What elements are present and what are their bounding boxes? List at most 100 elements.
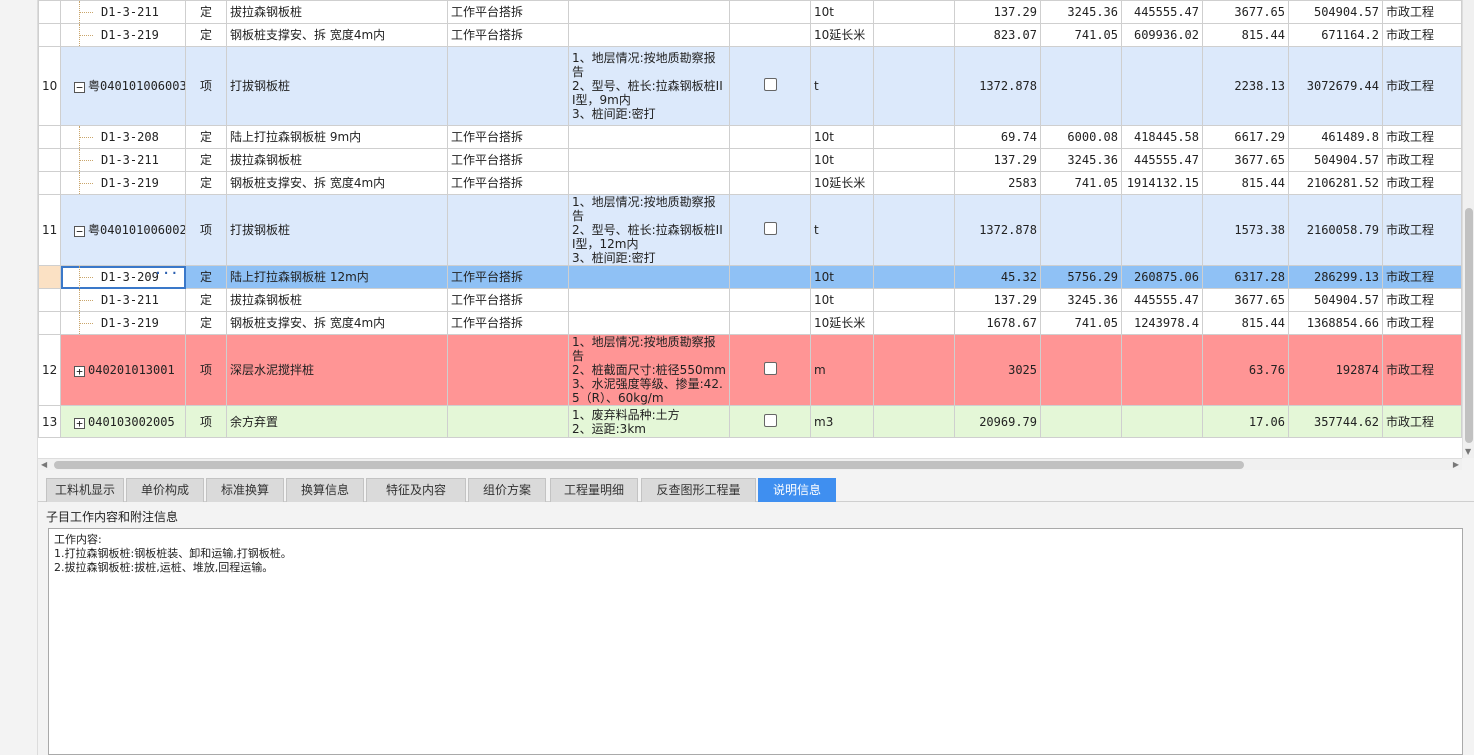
- lock-checkbox[interactable]: [763, 222, 777, 235]
- scroll-down-icon[interactable]: ▼: [1465, 447, 1471, 456]
- quantity-cell[interactable]: 137.29: [954, 0, 1041, 24]
- scroll-right-icon[interactable]: ▶: [1453, 459, 1459, 471]
- table-row[interactable]: D1-3-219 定 钢板桩支撑安、拆 宽度4m内 工作平台搭拆 10延长米 1…: [38, 311, 1462, 335]
- quantity-cell[interactable]: 1372.878: [954, 194, 1041, 266]
- unit-price-cell[interactable]: 6000.08: [1040, 125, 1122, 149]
- quota-code-cell[interactable]: D1-3-219: [60, 23, 186, 47]
- unit-cell[interactable]: t: [810, 46, 874, 126]
- name-cell[interactable]: 拔拉森钢板桩: [226, 0, 448, 24]
- work-cell[interactable]: 工作平台搭拆: [447, 265, 569, 289]
- work-cell[interactable]: 工作平台搭拆: [447, 171, 569, 195]
- work-cell[interactable]: 工作平台搭拆: [447, 23, 569, 47]
- feature-cell[interactable]: [568, 148, 730, 172]
- quota-code-cell[interactable]: D1-3-209 ···: [60, 265, 186, 289]
- type-cell[interactable]: 定: [185, 288, 227, 312]
- table-row[interactable]: 12 +040201013001 项 深层水泥搅拌桩 1、地层情况:按地质勘察报…: [38, 334, 1462, 406]
- quota-code-cell[interactable]: D1-3-211: [60, 148, 186, 172]
- feature-cell[interactable]: [568, 23, 730, 47]
- quantity-cell[interactable]: 45.32: [954, 265, 1041, 289]
- more-options-icon[interactable]: ···: [154, 267, 179, 281]
- item-code-cell[interactable]: +040103002005: [60, 405, 186, 438]
- name-cell[interactable]: 深层水泥搅拌桩: [226, 334, 448, 406]
- unit-cell[interactable]: 10t: [810, 265, 874, 289]
- work-cell[interactable]: [447, 194, 569, 266]
- work-cell[interactable]: 工作平台搭拆: [447, 288, 569, 312]
- name-cell[interactable]: 打拔钢板桩: [226, 194, 448, 266]
- unit-cell[interactable]: m: [810, 334, 874, 406]
- feature-cell[interactable]: [568, 311, 730, 335]
- quantity-cell[interactable]: 3025: [954, 334, 1041, 406]
- name-cell[interactable]: 余方弃置: [226, 405, 448, 438]
- table-row-selected[interactable]: D1-3-209 ··· 定 陆上打拉森钢板桩 12m内 工作平台搭拆 10t 4…: [38, 265, 1462, 289]
- category-cell[interactable]: 市政工程: [1382, 405, 1462, 438]
- type-cell[interactable]: 项: [185, 334, 227, 406]
- feature-cell[interactable]: 1、地层情况:按地质勘察报告 2、型号、桩长:拉森钢板桩III型，9m内 3、桩…: [568, 46, 730, 126]
- tab-unit-price-composition[interactable]: 单价构成: [126, 478, 204, 502]
- table-row[interactable]: D1-3-208 定 陆上打拉森钢板桩 9m内 工作平台搭拆 10t 69.74…: [38, 125, 1462, 149]
- type-cell[interactable]: 定: [185, 148, 227, 172]
- horizontal-scroll-thumb[interactable]: [54, 461, 1244, 469]
- quota-code-cell[interactable]: D1-3-208: [60, 125, 186, 149]
- unit-cell[interactable]: 10t: [810, 148, 874, 172]
- unit-cell[interactable]: t: [810, 194, 874, 266]
- category-cell[interactable]: 市政工程: [1382, 0, 1462, 24]
- collapse-toggle-icon[interactable]: −: [74, 226, 85, 237]
- tab-pricing-scheme[interactable]: 组价方案: [468, 478, 546, 502]
- feature-cell[interactable]: [568, 125, 730, 149]
- feature-cell[interactable]: [568, 288, 730, 312]
- table-row[interactable]: 11 − 粤040101006002 项 打拔钢板桩 1、地层情况:按地质勘察报告…: [38, 194, 1462, 266]
- name-cell[interactable]: 打拔钢板桩: [226, 46, 448, 126]
- horizontal-scrollbar[interactable]: ◀ ▶: [38, 458, 1462, 470]
- quantity-cell[interactable]: 823.07: [954, 23, 1041, 47]
- work-cell[interactable]: [447, 334, 569, 406]
- quota-code-cell[interactable]: D1-3-219: [60, 171, 186, 195]
- lock-checkbox[interactable]: [763, 78, 777, 91]
- type-cell[interactable]: 定: [185, 311, 227, 335]
- table-row[interactable]: 13 +040103002005 项 余方弃置 1、废弃料品种:土方 2、运距:…: [38, 405, 1462, 438]
- unit-price-cell[interactable]: 3245.36: [1040, 288, 1122, 312]
- item-code-cell[interactable]: − 粤040101006003: [60, 46, 186, 126]
- work-cell[interactable]: 工作平台搭拆: [447, 125, 569, 149]
- work-cell[interactable]: 工作平台搭拆: [447, 0, 569, 24]
- table-row[interactable]: D1-3-211 定 拔拉森钢板桩 工作平台搭拆 10t 137.29 3245…: [38, 0, 1462, 24]
- vertical-scrollbar[interactable]: ▼: [1462, 0, 1474, 458]
- unit-price-cell[interactable]: 741.05: [1040, 311, 1122, 335]
- category-cell[interactable]: 市政工程: [1382, 23, 1462, 47]
- lock-cell[interactable]: [729, 334, 811, 406]
- feature-cell[interactable]: [568, 0, 730, 24]
- category-cell[interactable]: 市政工程: [1382, 311, 1462, 335]
- quota-code-cell[interactable]: D1-3-211: [60, 0, 186, 24]
- tab-labor-material-machine[interactable]: 工料机显示: [46, 478, 124, 502]
- unit-price-cell[interactable]: 741.05: [1040, 23, 1122, 47]
- tab-features-content[interactable]: 特征及内容: [366, 478, 466, 502]
- tab-description-info[interactable]: 说明信息: [758, 478, 836, 502]
- work-cell[interactable]: 工作平台搭拆: [447, 311, 569, 335]
- lock-cell[interactable]: [729, 405, 811, 438]
- unit-price-cell[interactable]: [1040, 334, 1122, 406]
- type-cell[interactable]: 项: [185, 405, 227, 438]
- unit-price-cell[interactable]: 741.05: [1040, 171, 1122, 195]
- unit-cell[interactable]: m3: [810, 405, 874, 438]
- name-cell[interactable]: 陆上打拉森钢板桩 12m内: [226, 265, 448, 289]
- quantity-cell[interactable]: 137.29: [954, 288, 1041, 312]
- feature-cell[interactable]: 1、地层情况:按地质勘察报告 2、桩截面尺寸:桩径550mm 3、水泥强度等级、…: [568, 334, 730, 406]
- quota-code-cell[interactable]: D1-3-219: [60, 311, 186, 335]
- quantity-cell[interactable]: 2583: [954, 171, 1041, 195]
- name-cell[interactable]: 陆上打拉森钢板桩 9m内: [226, 125, 448, 149]
- lock-cell[interactable]: [729, 46, 811, 126]
- item-code-cell[interactable]: − 粤040101006002: [60, 194, 186, 266]
- quantity-cell[interactable]: 1372.878: [954, 46, 1041, 126]
- category-cell[interactable]: 市政工程: [1382, 46, 1462, 126]
- feature-cell[interactable]: [568, 265, 730, 289]
- unit-cell[interactable]: 10延长米: [810, 311, 874, 335]
- table-row[interactable]: D1-3-219 定 钢板桩支撑安、拆 宽度4m内 工作平台搭拆 10延长米 8…: [38, 23, 1462, 47]
- quantity-cell[interactable]: 20969.79: [954, 405, 1041, 438]
- name-cell[interactable]: 拔拉森钢板桩: [226, 288, 448, 312]
- name-cell[interactable]: 钢板桩支撑安、拆 宽度4m内: [226, 171, 448, 195]
- expand-toggle-icon[interactable]: +: [74, 417, 85, 429]
- category-cell[interactable]: 市政工程: [1382, 288, 1462, 312]
- category-cell[interactable]: 市政工程: [1382, 334, 1462, 406]
- type-cell[interactable]: 项: [185, 194, 227, 266]
- table-row[interactable]: D1-3-211 定 拔拉森钢板桩 工作平台搭拆 10t 137.29 3245…: [38, 288, 1462, 312]
- quantity-cell[interactable]: 1678.67: [954, 311, 1041, 335]
